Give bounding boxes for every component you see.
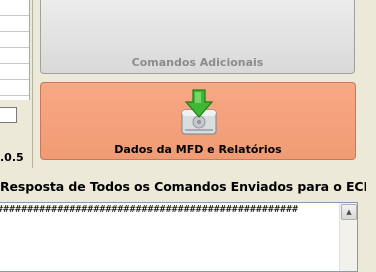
left-input-fragment[interactable] [0,107,17,123]
response-text: ########################################… [0,204,299,215]
table-row [0,32,29,48]
table-row [0,0,29,16]
left-table-fragment [0,0,30,100]
table-row [0,64,29,80]
scroll-up-arrow-icon[interactable]: ▲ [341,204,357,220]
version-label: .0.5 [0,151,24,164]
dados-mfd-label: Dados da MFD e Relatórios [114,143,282,156]
window-right-edge [366,0,376,270]
table-row [0,48,29,64]
comandos-adicionais-button[interactable]: Comandos Adicionais [40,0,355,74]
vertical-scrollbar[interactable]: ▲ [339,203,357,271]
panel-divider [32,0,33,168]
dados-mfd-button[interactable]: Dados da MFD e Relatórios [40,82,356,160]
disk-download-icon [181,89,217,135]
table-row [0,16,29,32]
comandos-adicionais-label: Comandos Adicionais [131,56,264,69]
response-section-title: Resposta de Todos os Comandos Enviados p… [0,179,372,194]
response-textarea[interactable]: ########################################… [0,202,358,272]
table-row [0,80,29,96]
